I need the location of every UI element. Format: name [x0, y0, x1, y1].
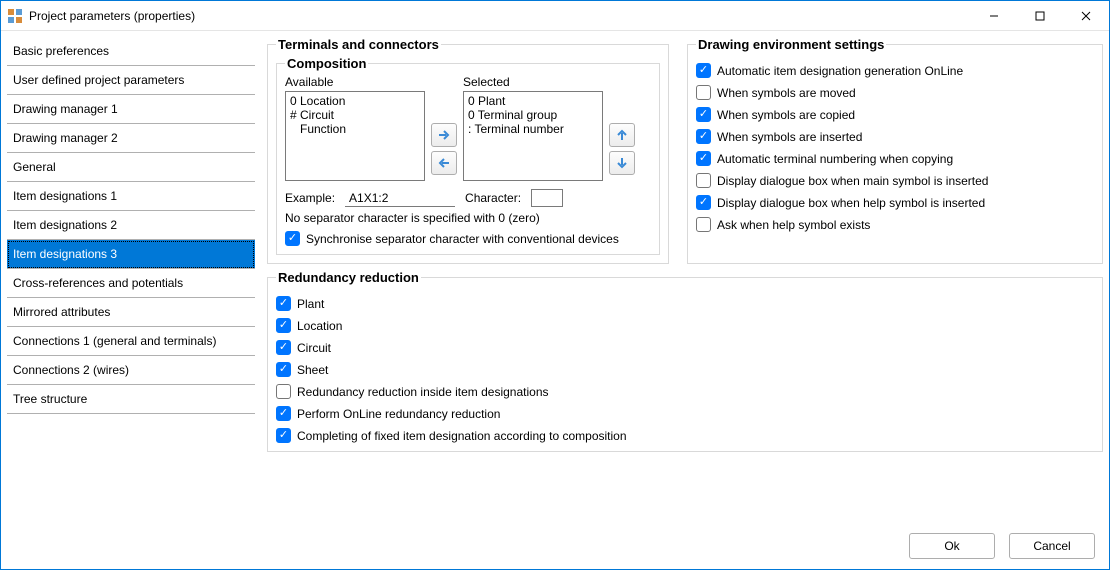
- move-up-button[interactable]: [609, 123, 635, 147]
- sidebar-item-label: Drawing manager 2: [13, 131, 118, 145]
- app-icon: [7, 8, 23, 24]
- ok-button[interactable]: Ok: [909, 533, 995, 559]
- separator-hint: No separator character is specified with…: [285, 211, 651, 225]
- checkbox-auto-terminal-numbering[interactable]: [696, 151, 711, 166]
- redundancy-group: Redundancy reduction Plant Location Circ…: [267, 270, 1103, 452]
- sync-separator-label: Synchronise separator character with con…: [306, 232, 619, 246]
- sidebar: Basic preferences User defined project p…: [7, 37, 255, 563]
- character-label: Character:: [465, 191, 521, 205]
- checkbox-ask-help-symbol-exists[interactable]: [696, 217, 711, 232]
- checkbox-label: Ask when help symbol exists: [717, 218, 870, 232]
- available-listbox[interactable]: 0 Location # Circuit Function: [285, 91, 425, 181]
- sidebar-item-item-designations-2[interactable]: Item designations 2: [7, 211, 255, 240]
- checkbox-label: Plant: [297, 297, 324, 311]
- minimize-button[interactable]: [971, 1, 1017, 31]
- checkbox-label: Automatic item designation generation On…: [717, 64, 963, 78]
- sidebar-item-label: General: [13, 160, 56, 174]
- checkbox-label: Perform OnLine redundancy reduction: [297, 407, 500, 421]
- drawing-environment-title: Drawing environment settings: [696, 37, 886, 52]
- selected-listbox[interactable]: 0 Plant 0 Terminal group : Terminal numb…: [463, 91, 603, 181]
- ok-button-label: Ok: [944, 539, 959, 553]
- sidebar-item-label: Drawing manager 1: [13, 102, 118, 116]
- sidebar-item-item-designations-3[interactable]: Item designations 3: [7, 240, 255, 269]
- checkbox-circuit[interactable]: [276, 340, 291, 355]
- sidebar-item-label: Mirrored attributes: [13, 305, 110, 319]
- checkbox-plant[interactable]: [276, 296, 291, 311]
- checkbox-label: Sheet: [297, 363, 328, 377]
- checkbox-label: When symbols are moved: [717, 86, 856, 100]
- sync-separator-checkbox[interactable]: [285, 231, 300, 246]
- checkbox-redundancy-inside[interactable]: [276, 384, 291, 399]
- sidebar-item-label: User defined project parameters: [13, 73, 184, 87]
- sidebar-item-user-defined-project-parameters[interactable]: User defined project parameters: [7, 66, 255, 95]
- checkbox-label: Display dialogue box when help symbol is…: [717, 196, 985, 210]
- checkbox-label: Redundancy reduction inside item designa…: [297, 385, 549, 399]
- sidebar-item-drawing-manager-2[interactable]: Drawing manager 2: [7, 124, 255, 153]
- move-right-button[interactable]: [431, 123, 457, 147]
- sidebar-item-label: Connections 1 (general and terminals): [13, 334, 216, 348]
- sidebar-item-connections-1[interactable]: Connections 1 (general and terminals): [7, 327, 255, 356]
- character-input[interactable]: [531, 189, 563, 207]
- sidebar-item-label: Tree structure: [13, 392, 87, 406]
- drawing-environment-group: Drawing environment settings Automatic i…: [687, 37, 1103, 264]
- composition-title: Composition: [285, 56, 368, 71]
- redundancy-title: Redundancy reduction: [276, 270, 421, 285]
- cancel-button-label: Cancel: [1033, 539, 1070, 553]
- sidebar-item-mirrored-attributes[interactable]: Mirrored attributes: [7, 298, 255, 327]
- cancel-button[interactable]: Cancel: [1009, 533, 1095, 559]
- sidebar-item-drawing-manager-1[interactable]: Drawing manager 1: [7, 95, 255, 124]
- checkbox-symbols-inserted[interactable]: [696, 129, 711, 144]
- sidebar-item-label: Basic preferences: [13, 44, 109, 58]
- sidebar-item-label: Cross-references and potentials: [13, 276, 183, 290]
- checkbox-location[interactable]: [276, 318, 291, 333]
- checkbox-completing-fixed[interactable]: [276, 428, 291, 443]
- composition-group: Composition Available 0 Location # Circu…: [276, 56, 660, 255]
- sidebar-item-basic-preferences[interactable]: Basic preferences: [7, 37, 255, 66]
- checkbox-label: Completing of fixed item designation acc…: [297, 429, 627, 443]
- titlebar: Project parameters (properties): [1, 1, 1109, 31]
- sidebar-item-label: Item designations 2: [13, 218, 117, 232]
- dialog-window: Project parameters (properties) Basic pr…: [0, 0, 1110, 570]
- example-value: A1X1:2: [345, 190, 455, 207]
- selected-label: Selected: [463, 75, 603, 89]
- move-down-button[interactable]: [609, 151, 635, 175]
- example-label: Example:: [285, 191, 335, 205]
- window-title: Project parameters (properties): [29, 9, 195, 23]
- checkbox-label: Circuit: [297, 341, 331, 355]
- checkbox-label: Location: [297, 319, 342, 333]
- move-left-button[interactable]: [431, 151, 457, 175]
- sidebar-item-general[interactable]: General: [7, 153, 255, 182]
- checkbox-online-redundancy[interactable]: [276, 406, 291, 421]
- checkbox-label: When symbols are copied: [717, 108, 855, 122]
- sidebar-item-tree-structure[interactable]: Tree structure: [7, 385, 255, 414]
- checkbox-label: Display dialogue box when main symbol is…: [717, 174, 988, 188]
- sidebar-item-connections-2[interactable]: Connections 2 (wires): [7, 356, 255, 385]
- checkbox-sheet[interactable]: [276, 362, 291, 377]
- checkbox-label: When symbols are inserted: [717, 130, 862, 144]
- checkbox-label: Automatic terminal numbering when copyin…: [717, 152, 953, 166]
- sidebar-item-item-designations-1[interactable]: Item designations 1: [7, 182, 255, 211]
- checkbox-symbols-copied[interactable]: [696, 107, 711, 122]
- sidebar-item-label: Item designations 3: [13, 247, 117, 261]
- checkbox-auto-item-designation[interactable]: [696, 63, 711, 78]
- terminals-group: Terminals and connectors Composition Ava…: [267, 37, 669, 264]
- available-label: Available: [285, 75, 425, 89]
- checkbox-dialogue-help-symbol[interactable]: [696, 195, 711, 210]
- sidebar-item-cross-references[interactable]: Cross-references and potentials: [7, 269, 255, 298]
- sidebar-item-label: Item designations 1: [13, 189, 117, 203]
- close-button[interactable]: [1063, 1, 1109, 31]
- sidebar-item-label: Connections 2 (wires): [13, 363, 129, 377]
- checkbox-dialogue-main-symbol[interactable]: [696, 173, 711, 188]
- maximize-button[interactable]: [1017, 1, 1063, 31]
- terminals-title: Terminals and connectors: [276, 37, 441, 52]
- checkbox-symbols-moved[interactable]: [696, 85, 711, 100]
